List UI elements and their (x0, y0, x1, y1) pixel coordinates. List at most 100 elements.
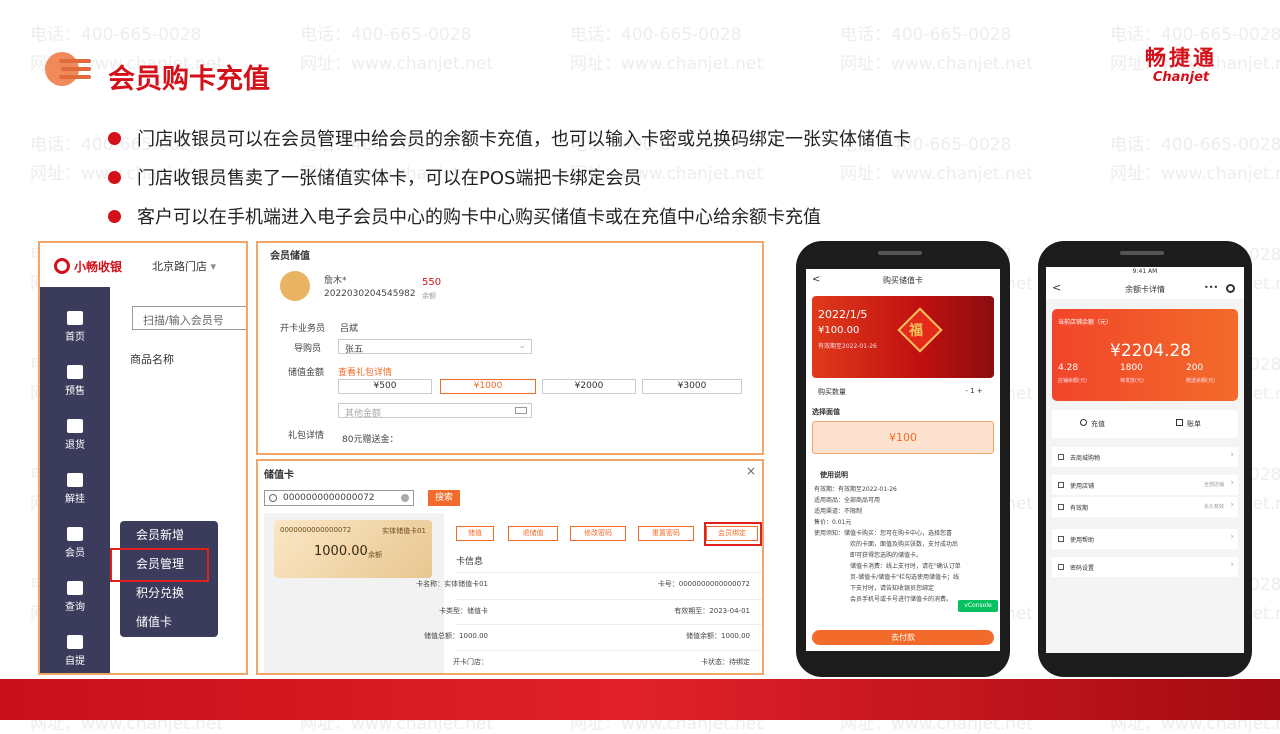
sidebar-item-unhang[interactable]: 解挂 (40, 473, 110, 505)
card-banner: 2022/1/5 ¥100.00 有效期至2022-01-26 福 (812, 296, 994, 378)
link-stores[interactable]: 使用店铺 全部店铺 › (1052, 475, 1238, 495)
banner-price: ¥100.00 (818, 325, 860, 336)
card-action-reset-password[interactable]: 重置密码 (638, 526, 694, 541)
watermark-text: 网址：www.chanjet.net (300, 54, 494, 74)
chevron-right-icon: › (1230, 500, 1234, 510)
amount-option-2000[interactable]: ¥2000 (542, 379, 636, 394)
card-info-field: 储值余额：1000.00 (686, 632, 750, 640)
submenu-member-add[interactable]: 会员新增 (120, 521, 218, 550)
recharge-action[interactable]: 充值 (1080, 419, 1105, 429)
balance-stat-value: 1800 (1120, 363, 1143, 373)
member-avatar (280, 271, 310, 301)
product-name-header: 商品名称 (130, 353, 174, 366)
action-highlight (704, 522, 762, 546)
close-icon[interactable]: × (746, 464, 756, 478)
member-balance-label: 余额 (422, 292, 436, 300)
bullet-3: 客户可以在手机端进入电子会员中心的购卡中心购买储值卡或在充值中心给余额卡充值 (108, 203, 821, 229)
help-icon (1058, 536, 1064, 542)
watermark-text: 网址：www.chanjet.net (840, 54, 1034, 74)
guide-select[interactable]: 张五 ⌄ (338, 339, 532, 355)
pay-button[interactable]: 去付款 (812, 630, 994, 645)
return-icon (67, 419, 83, 433)
search-input[interactable]: 扫描/输入会员号 (132, 306, 246, 330)
watermark-text: 网址：www.chanjet.net (570, 54, 764, 74)
phone-purchase: < 购买储值卡 2022/1/5 ¥100.00 有效期至2022-01-26 … (796, 241, 1010, 677)
balance-value: ¥2204.28 (1110, 341, 1192, 361)
sidebar-item-member[interactable]: 会员 (40, 527, 110, 559)
usage-note: 适用商品：全部商品可用 (814, 497, 881, 504)
amount-label: 储值金额 (288, 368, 325, 378)
card-action-refund[interactable]: 退储值 (508, 526, 558, 541)
card-action-recharge[interactable]: 储值 (456, 526, 494, 541)
link-validity[interactable]: 有效期 永久有效 › (1052, 497, 1238, 517)
phone-speaker (1120, 251, 1164, 255)
sidebar-item-label: 自提 (65, 656, 85, 667)
sidebar-item-pickup[interactable]: 自提 (40, 635, 110, 667)
card-info-field: 卡号：0000000000000072 (657, 580, 750, 588)
card-search-input[interactable]: 0000000000000072 (264, 490, 414, 506)
bullet-2: 门店收银员售卖了一张储值实体卡，可以在POS端把卡绑定会员 (108, 164, 641, 190)
face-option[interactable]: ¥100 (812, 421, 994, 454)
amount-option-1000[interactable]: ¥1000 (440, 379, 536, 394)
pos-window: 小畅收银 北京路门店 ▾ 首页 预售 退货 解挂 会员 查询 自提 扫描/输入会员号 商品名… (38, 241, 248, 675)
usage-note: 下支付时，请告知收银员您绑定 (850, 585, 935, 592)
card-header: 储值卡 (264, 470, 294, 481)
minus-icon: - (965, 387, 968, 395)
card-search-button[interactable]: 搜索 (428, 490, 460, 506)
bill-icon (1176, 419, 1183, 426)
card-action-change-password[interactable]: 修改密码 (570, 526, 626, 541)
usage-note: 欢的卡面，面值及购买张数，支付成功后 (850, 541, 959, 548)
usage-note: 适用渠道：不限制 (814, 508, 863, 515)
other-amount-input[interactable]: 其他金额 (338, 403, 532, 419)
phone-balance: 9:41 AM < 余额卡详情 ••• 当前店铺余额（元） ¥2204.28 4… (1038, 241, 1252, 677)
amount-option-500[interactable]: ¥500 (338, 379, 432, 394)
usage-note: 会员手机号或卡号进行储值卡的消费。 (850, 596, 953, 603)
sidebar-item-return[interactable]: 退货 (40, 419, 110, 451)
qty-stepper[interactable]: - 1 + (954, 385, 994, 397)
chevron-right-icon: › (1230, 560, 1234, 570)
gift-text: 80元赠送金： (342, 435, 399, 445)
gift-label: 礼包详情 (288, 431, 325, 441)
watermark-text: 电话：400-665-0028 (840, 25, 1012, 45)
recharge-bill-bar: 充值 账单 (1052, 410, 1238, 438)
usage-note: 售价：0.01元 (814, 519, 852, 526)
submenu-points[interactable]: 积分兑换 (120, 579, 218, 608)
pickup-icon (67, 635, 83, 649)
amount-option-3000[interactable]: ¥3000 (642, 379, 742, 394)
member-name: 詹木* (324, 276, 347, 286)
clerk-value: 吕斌 (340, 324, 359, 334)
link-password[interactable]: 密码设置 › (1052, 557, 1238, 577)
bottom-band (0, 679, 1280, 720)
card-type: 实体储值卡01 (382, 527, 426, 535)
sidebar-item-label: 解挂 (65, 494, 85, 505)
vconsole-button[interactable]: vConsole (958, 600, 998, 612)
member-balance: 550 (422, 277, 442, 288)
link-shop[interactable]: 去商城购物 › (1052, 447, 1238, 467)
recharge-panel: 会员储值 詹木* 2022030204545982 550 余额 开卡业务员 吕… (256, 241, 764, 455)
card-info-field: 有效期至：2023-04-01 (674, 607, 750, 615)
shop-icon (1058, 454, 1064, 460)
banner-date: 2022/1/5 (818, 308, 868, 321)
gift-details-link[interactable]: 查看礼包详情 (338, 365, 392, 378)
balance-stat-label: 赠送余额(元) (1186, 378, 1215, 384)
card-info-field: 卡状态：待绑定 (701, 658, 750, 666)
fu-character: 福 (909, 323, 923, 339)
sidebar-item-label: 会员 (65, 548, 85, 559)
sidebar-item-home[interactable]: 首页 (40, 311, 110, 343)
link-help[interactable]: 使用帮助 › (1052, 529, 1238, 549)
keyboard-icon (515, 407, 527, 414)
stored-card-item[interactable]: 0000000000000072 实体储值卡01 1000.00 余额 (274, 520, 432, 578)
sidebar-item-query[interactable]: 查询 (40, 581, 110, 613)
sidebar-item-presale[interactable]: 预售 (40, 365, 110, 397)
balance-stat-label: 店铺余额(元) (1058, 378, 1087, 384)
more-icon[interactable]: ••• (1204, 283, 1218, 292)
bill-action[interactable]: 账单 (1176, 419, 1201, 429)
balance-label: 当前店铺余额（元） (1058, 319, 1113, 326)
submenu-stored-card[interactable]: 储值卡 (120, 608, 218, 637)
store-selector[interactable]: 北京路门店 ▾ (152, 258, 216, 274)
status-bar: 9:41 AM (1046, 267, 1244, 279)
face-label: 选择面值 (812, 408, 840, 416)
usage-note: 使用须知：储值卡购买：您可在购卡中心，选择您喜 (814, 530, 953, 537)
target-icon[interactable] (1226, 284, 1235, 293)
watermark-text: 电话：400-665-0028 (30, 25, 202, 45)
